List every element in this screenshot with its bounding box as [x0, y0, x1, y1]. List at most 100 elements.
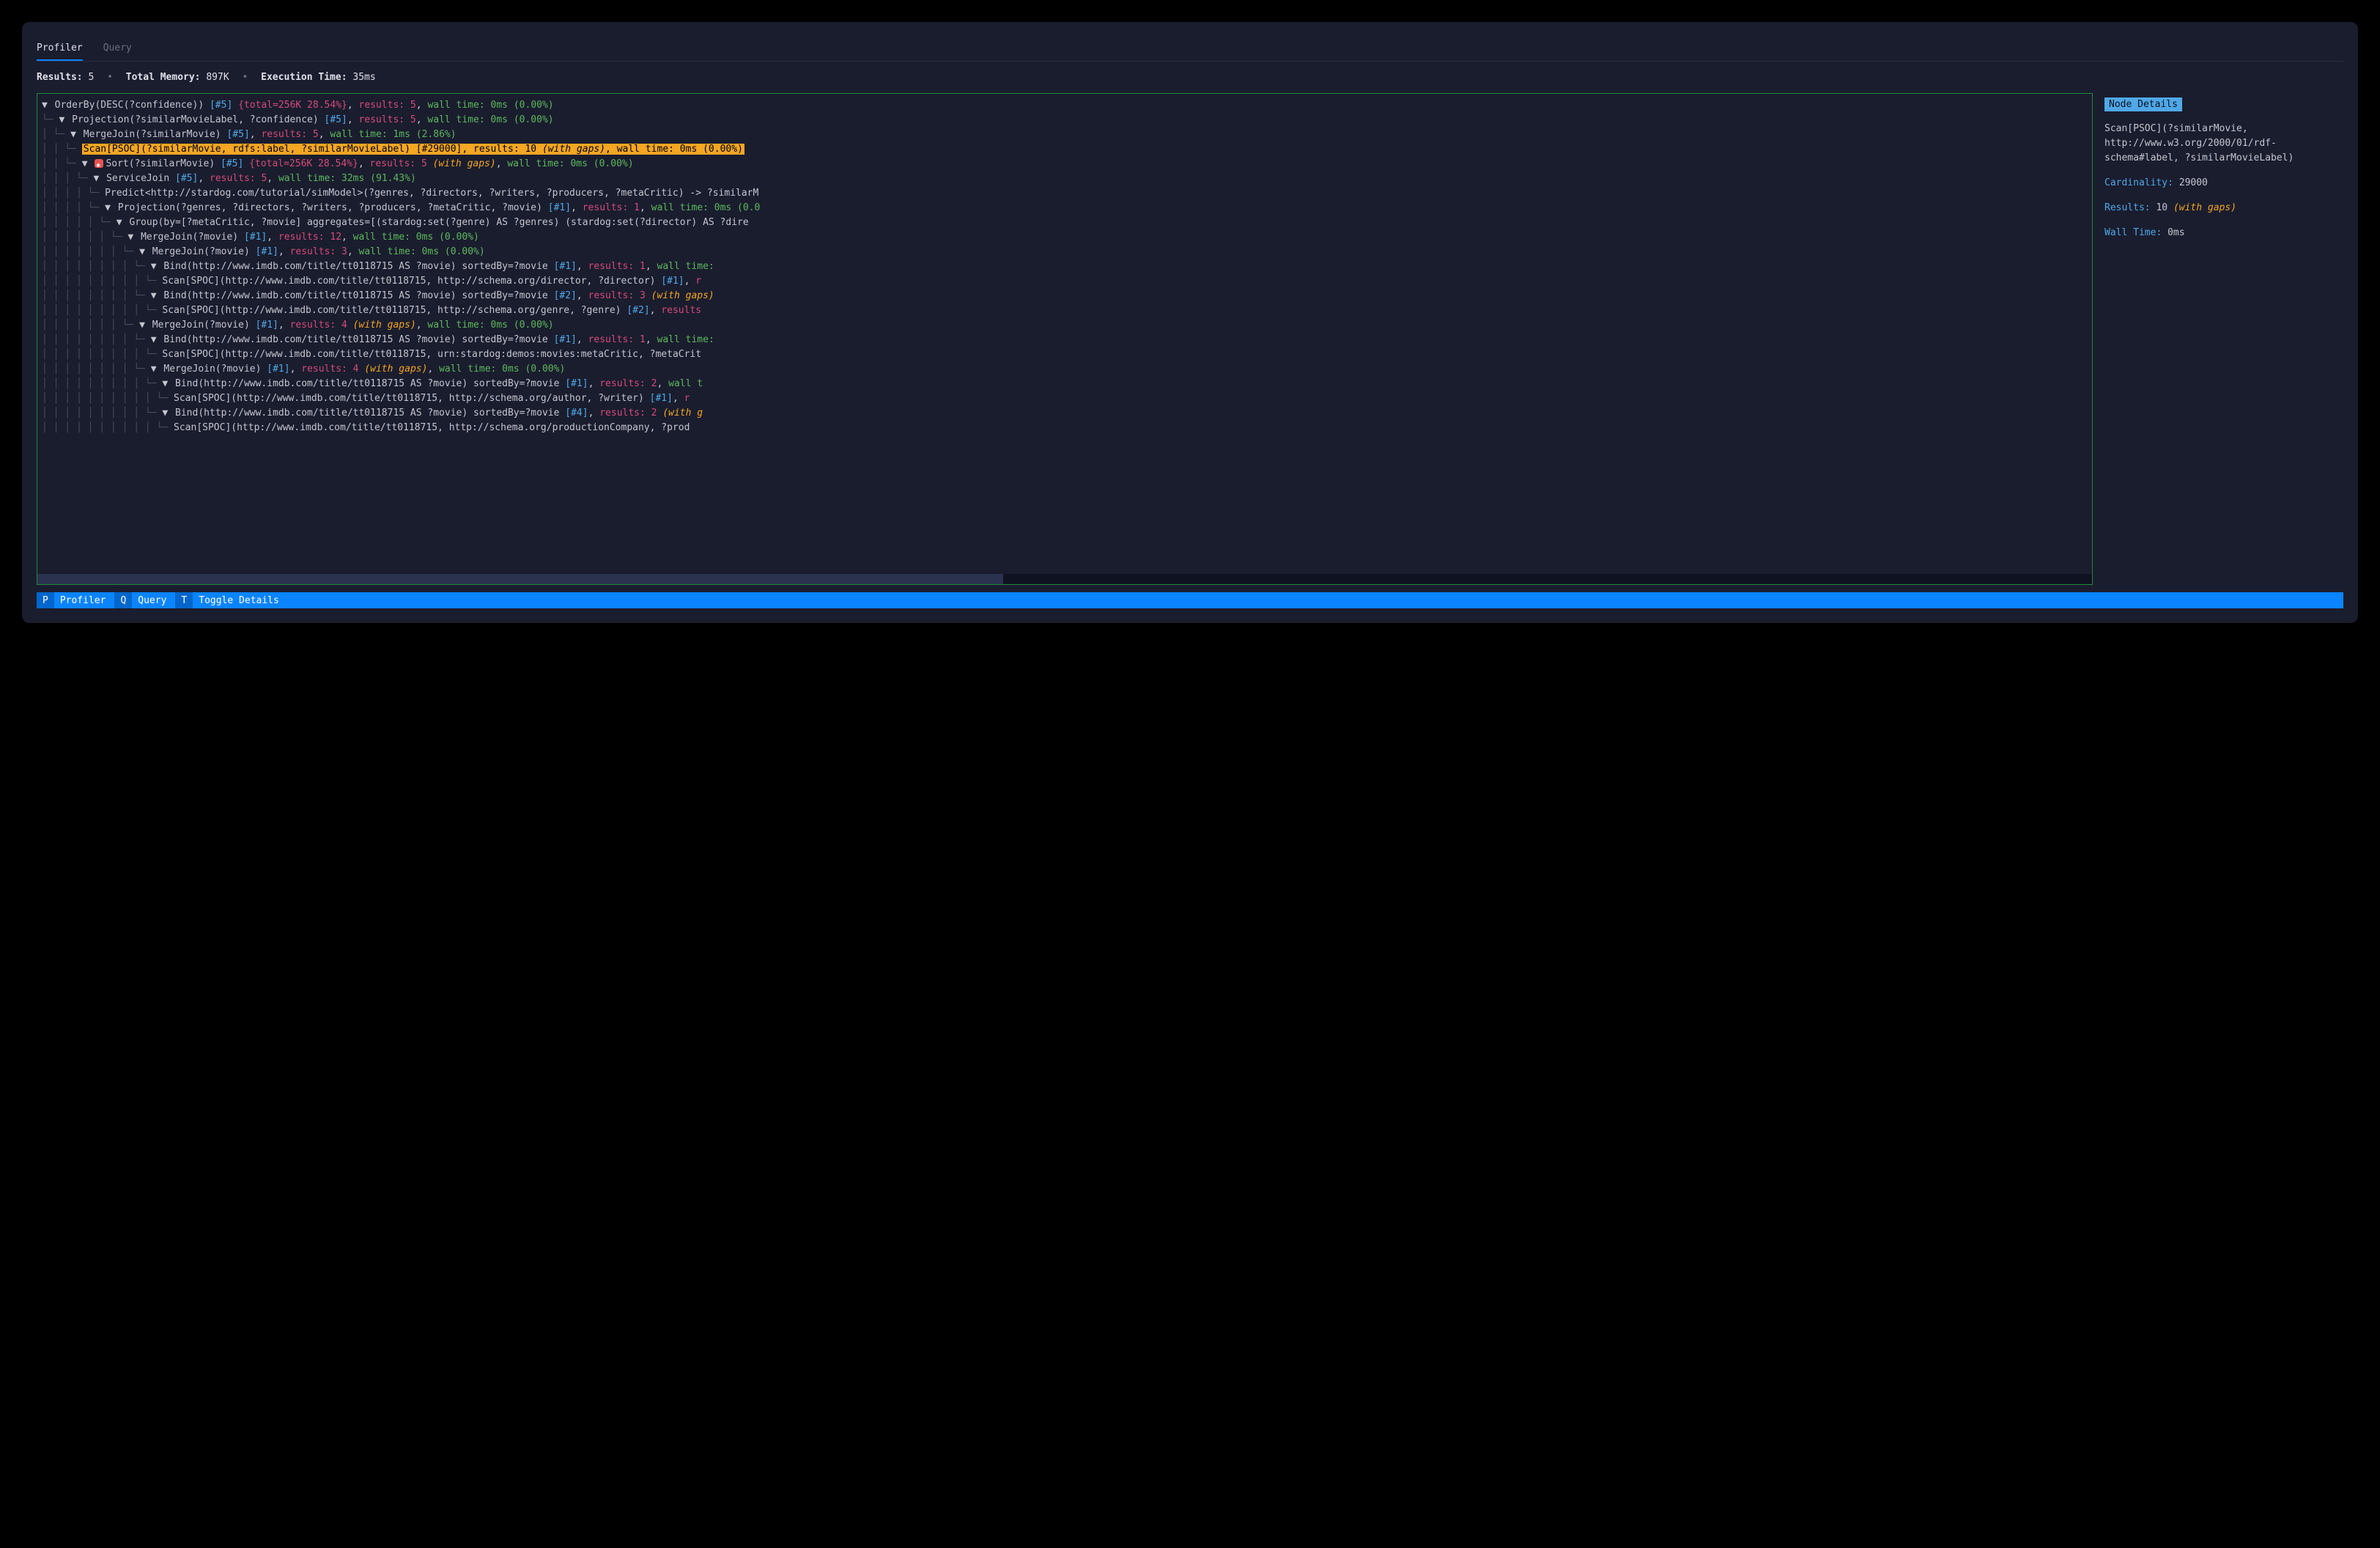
tree-node-label: Scan[SPOC](http://www.imdb.com/title/tt0…: [162, 305, 701, 316]
tree-row[interactable]: │ │ │ │ │ │ └─ ▼ MergeJoin(?movie) [#1],…: [37, 230, 2092, 245]
results-label: Results:: [2104, 202, 2151, 213]
tree-guides: │ │ │ │ │ │ │ │ │ └─: [42, 305, 162, 316]
tree-guides: │ │ │ │ │ │ │ │ │ └─: [42, 349, 162, 360]
details-panel: Node Details Scan[PSOC](?similarMovie, h…: [2102, 93, 2343, 585]
scrollbar-thumb[interactable]: [37, 574, 1003, 584]
caret-down-icon[interactable]: ▼: [105, 202, 117, 213]
tree-node-label: Scan[SPOC](http://www.imdb.com/title/tt0…: [162, 349, 701, 360]
tab-bar: Profiler Query: [37, 37, 2343, 62]
plan-tree[interactable]: ▼ OrderBy(DESC(?confidence)) [#5] {total…: [37, 94, 2092, 574]
caret-down-icon[interactable]: ▼: [151, 364, 163, 375]
tab-profiler[interactable]: Profiler: [37, 37, 83, 61]
tree-node-label: Scan[SPOC](http://www.imdb.com/title/tt0…: [174, 393, 690, 404]
tree-node-label: Bind(http://www.imdb.com/title/tt0118715…: [163, 261, 714, 272]
shortcut-key-p: P: [37, 592, 54, 608]
tree-guides: │ │ │ │ │ │ │ └─: [42, 246, 139, 257]
separator-dot: •: [242, 72, 248, 83]
details-title: Node Details: [2104, 97, 2182, 111]
caret-down-icon[interactable]: ▼: [82, 158, 94, 169]
tree-guides: │ │ └─: [42, 158, 82, 169]
caret-down-icon[interactable]: ▼: [151, 261, 163, 272]
tree-row[interactable]: │ │ │ │ │ │ │ │ │ └─ Scan[SPOC](http://w…: [37, 347, 2092, 362]
horizontal-scrollbar[interactable]: [37, 574, 2092, 584]
tree-node-label: Sort(?similarMovie) [#5] {total=256K 28.…: [106, 158, 633, 169]
tree-row[interactable]: │ │ │ │ └─ Predict<http://stardog.com/tu…: [37, 186, 2092, 201]
tree-guides: │ │ │ │ │ │ └─: [42, 232, 128, 243]
tree-node-label: Bind(http://www.imdb.com/title/tt0118715…: [175, 408, 703, 419]
tree-row[interactable]: └─ ▼ Projection(?similarMovieLabel, ?con…: [37, 113, 2092, 128]
tree-guides: │ │ │ │ │ │ │ │ │ └─: [42, 408, 162, 419]
tree-row[interactable]: │ │ │ │ │ │ │ │ │ └─ ▼ Bind(http://www.i…: [37, 406, 2092, 421]
shortcut-profiler[interactable]: P Profiler: [37, 592, 114, 608]
tree-node-label: Scan[SPOC](http://www.imdb.com/title/tt0…: [162, 276, 701, 287]
tree-guides: │ │ │ │ │ │ │ │ │ │ └─: [42, 393, 174, 404]
shortcut-key-q: Q: [114, 592, 132, 608]
caret-down-icon[interactable]: ▼: [128, 232, 139, 243]
tree-row[interactable]: │ │ └─ Scan[PSOC](?similarMovie, rdfs:la…: [37, 142, 2092, 157]
tree-guides: │ │ └─: [42, 144, 82, 155]
app-window: Profiler Query Results: 5 • Total Memory…: [22, 22, 2358, 623]
main-area: ▼ OrderBy(DESC(?confidence)) [#5] {total…: [22, 93, 2358, 592]
tree-row[interactable]: │ │ │ │ │ │ │ │ │ │ └─ Scan[SPOC](http:/…: [37, 421, 2092, 435]
tree-guides: │ │ │ │ │ │ │ │ │ └─: [42, 378, 162, 389]
tree-node-label: Projection(?similarMovieLabel, ?confiden…: [72, 114, 553, 125]
caret-down-icon[interactable]: ▼: [42, 100, 53, 111]
tree-guides: │ │ │ │ │ │ │ │ └─: [42, 364, 151, 375]
bottom-shortcut-bar: P Profiler Q Query T Toggle Details: [37, 592, 2343, 608]
tree-guides: │ │ │ │ │ └─: [42, 217, 117, 228]
tree-row[interactable]: │ │ │ │ │ │ │ │ └─ ▼ Bind(http://www.imd…: [37, 333, 2092, 347]
tree-row[interactable]: │ │ │ │ │ │ │ │ │ └─ Scan[SPOC](http://w…: [37, 303, 2092, 318]
tree-node-label: MergeJoin(?movie) [#1], results: 3, wall…: [152, 246, 485, 257]
tree-row[interactable]: │ │ │ │ │ │ │ │ │ └─ ▼ Bind(http://www.i…: [37, 377, 2092, 391]
tree-node-label: Scan[PSOC](?similarMovie, rdfs:label, ?s…: [82, 144, 744, 155]
tree-node-label: Group(by=[?metaCritic, ?movie] aggregate…: [129, 217, 748, 228]
tree-row[interactable]: │ └─ ▼ MergeJoin(?similarMovie) [#5], re…: [37, 128, 2092, 142]
tree-guides: └─: [42, 114, 59, 125]
exec-time-label: Execution Time:: [261, 72, 347, 83]
tree-row[interactable]: │ │ │ │ │ │ │ │ │ └─ Scan[SPOC](http://w…: [37, 274, 2092, 289]
tree-guides: │ │ │ │ │ │ │ │ └─: [42, 261, 151, 272]
caret-down-icon[interactable]: ▼: [139, 246, 151, 257]
tree-node-label: Bind(http://www.imdb.com/title/tt0118715…: [175, 378, 703, 389]
walltime-label: Wall Time:: [2104, 227, 2162, 238]
caret-down-icon[interactable]: ▼: [70, 129, 82, 140]
shortcut-query[interactable]: Q Query: [114, 592, 175, 608]
tree-node-label: MergeJoin(?movie) [#1], results: 12, wal…: [141, 232, 479, 243]
tree-guides: │ └─: [42, 129, 70, 140]
tree-row[interactable]: │ │ │ │ └─ ▼ Projection(?genres, ?direct…: [37, 201, 2092, 215]
tree-guides: │ │ │ │ └─: [42, 188, 105, 199]
tree-row[interactable]: │ │ │ │ │ │ │ │ │ │ └─ Scan[SPOC](http:/…: [37, 391, 2092, 406]
tree-guides: │ │ │ │ │ │ │ └─: [42, 320, 139, 331]
caret-down-icon[interactable]: ▼: [162, 408, 174, 419]
caret-down-icon[interactable]: ▼: [139, 320, 151, 331]
caret-down-icon[interactable]: ▼: [59, 114, 70, 125]
tree-node-label: OrderBy(DESC(?confidence)) [#5] {total=2…: [55, 100, 554, 111]
tab-query[interactable]: Query: [103, 37, 132, 61]
tree-row[interactable]: │ │ │ │ │ │ │ │ └─ ▼ Bind(http://www.imd…: [37, 259, 2092, 274]
results-suffix: (with gaps): [2173, 202, 2236, 213]
results-value: 10: [2156, 202, 2168, 213]
details-node-text: Scan[PSOC](?similarMovie, http://www.w3.…: [2104, 122, 2340, 166]
tree-guides: │ │ │ │ │ │ │ │ │ └─: [42, 276, 162, 287]
caret-down-icon[interactable]: ▼: [151, 334, 163, 345]
caret-down-icon[interactable]: ▼: [162, 378, 174, 389]
tree-node-label: MergeJoin(?movie) [#1], results: 4 (with…: [163, 364, 565, 375]
tree-row[interactable]: │ │ │ │ │ │ │ └─ ▼ MergeJoin(?movie) [#1…: [37, 318, 2092, 333]
details-results: Results: 10 (with gaps): [2104, 201, 2340, 215]
tree-node-label: MergeJoin(?movie) [#1], results: 4 (with…: [152, 320, 554, 331]
tree-row[interactable]: │ │ │ │ │ └─ ▼ Group(by=[?metaCritic, ?m…: [37, 215, 2092, 230]
memory-label: Total Memory:: [126, 72, 201, 83]
caret-down-icon[interactable]: ▼: [93, 173, 105, 184]
tree-row[interactable]: │ │ │ │ │ │ │ │ └─ ▼ MergeJoin(?movie) […: [37, 362, 2092, 377]
tree-guides: │ │ │ └─: [42, 173, 93, 184]
tree-row[interactable]: │ │ │ │ │ │ │ └─ ▼ MergeJoin(?movie) [#1…: [37, 245, 2092, 259]
shortcut-toggle-details[interactable]: T Toggle Details: [175, 592, 287, 608]
tree-row[interactable]: │ │ │ └─ ▼ ServiceJoin [#5], results: 5,…: [37, 172, 2092, 186]
tree-row[interactable]: │ │ │ │ │ │ │ │ └─ ▼ Bind(http://www.imd…: [37, 289, 2092, 303]
tree-row[interactable]: │ │ └─ ▼ Sort(?similarMovie) [#5] {total…: [37, 157, 2092, 172]
caret-down-icon[interactable]: ▼: [151, 290, 163, 301]
caret-down-icon[interactable]: ▼: [117, 217, 128, 228]
tree-row[interactable]: ▼ OrderBy(DESC(?confidence)) [#5] {total…: [37, 98, 2092, 113]
cardinality-value: 29000: [2179, 177, 2208, 188]
tree-node-label: MergeJoin(?similarMovie) [#5], results: …: [84, 129, 457, 140]
